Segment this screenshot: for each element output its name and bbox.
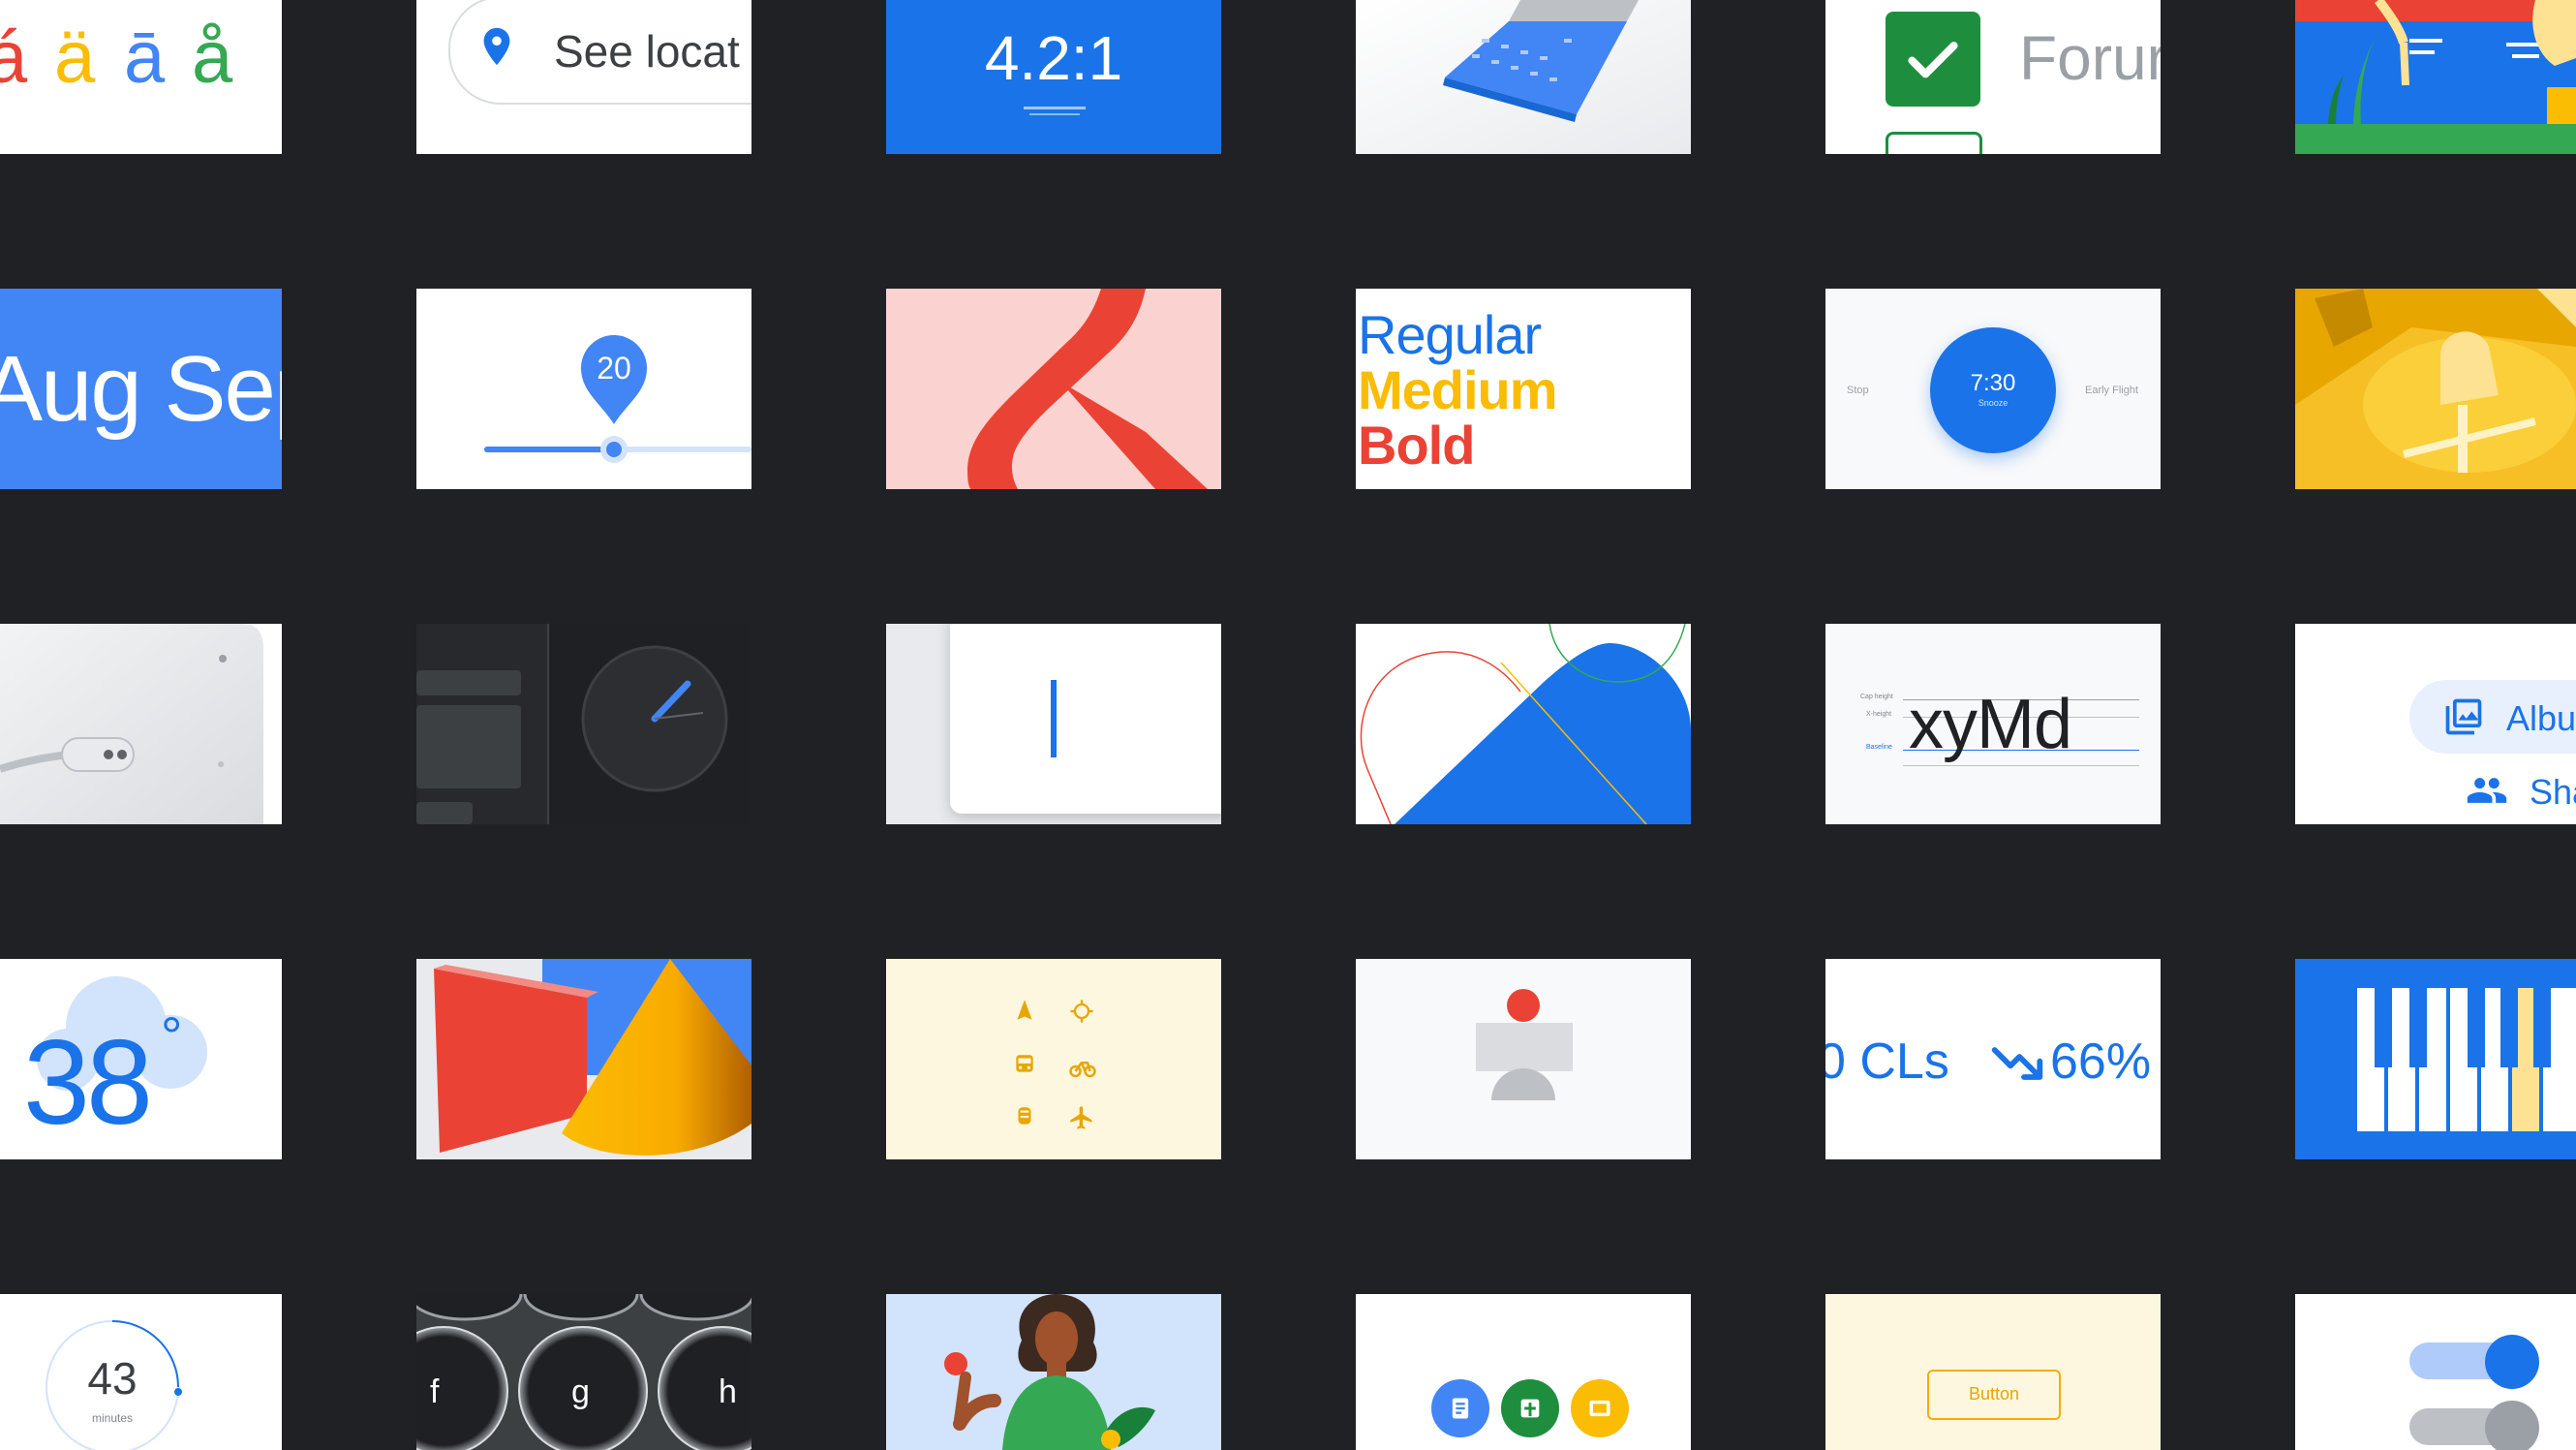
months-label: Aug Sep — [0, 337, 282, 441]
slides-icon — [1589, 1400, 1610, 1417]
calculator-illustration — [1356, 0, 1691, 154]
garden-illustration — [2295, 0, 2576, 154]
weather-degree: ° — [161, 1005, 183, 1066]
bus-icon — [1016, 1055, 1033, 1072]
3d-shapes-illustration — [416, 959, 751, 1159]
docs-icon — [1452, 1398, 1469, 1419]
tile-contrast-ratio: 4.2:1 — [886, 0, 1221, 154]
tile-see-location: See locat — [416, 0, 751, 154]
albums-label: Albu — [2506, 698, 2576, 738]
tile-forum-checkbox: Forur — [1825, 0, 2161, 154]
person-illustration — [886, 1294, 1221, 1450]
trending-down-icon — [1991, 1047, 2043, 1080]
tile-keyboard-keys: f g h — [416, 1294, 751, 1450]
tile-geometric-shapes — [1356, 624, 1691, 824]
see-location-label: See locat — [554, 26, 740, 77]
weather-temperature: 38 — [23, 1016, 153, 1150]
text-field-card[interactable] — [950, 624, 1221, 814]
tile-stats: 0 CLs 66% — [1825, 959, 2161, 1159]
toggle-off-thumb[interactable] — [2485, 1401, 2539, 1450]
tile-font-weights: Regular Medium Bold — [1356, 289, 1691, 489]
ratio-caption-line — [1029, 113, 1080, 115]
airplane-icon — [1070, 1106, 1092, 1129]
bicycle-icon — [1069, 1062, 1096, 1078]
descender-line — [1903, 765, 2139, 766]
tile-ampersand — [886, 289, 1221, 489]
tile-yellow-chair — [2295, 289, 2576, 489]
train-icon — [1018, 1107, 1031, 1125]
text-cursor — [1051, 680, 1057, 757]
geometric-illustration — [1356, 624, 1691, 824]
alarm-time: 7:30 — [1970, 370, 2016, 396]
checkbox-unchecked[interactable] — [1886, 132, 1982, 154]
tile-dark-clock — [416, 624, 751, 824]
accent-letter-a2: ä — [54, 16, 96, 99]
demo-button-label: Button — [1968, 1384, 2020, 1404]
stats-percent: 66% — [2050, 1034, 2152, 1090]
location-pin-icon — [483, 27, 510, 66]
key-f[interactable]: f — [430, 1375, 439, 1408]
tile-timer: 43 minutes — [0, 1294, 282, 1450]
cap-height-label: Cap height — [1860, 694, 1893, 700]
baseline-label: Baseline — [1866, 744, 1892, 751]
piano-keys-illustration — [2295, 959, 2576, 1159]
tile-weather: 38 ° — [0, 959, 282, 1159]
timer-unit: minutes — [91, 1411, 134, 1425]
stats-cls-label: 0 CLs — [1825, 1034, 1949, 1090]
people-icon — [2467, 778, 2507, 803]
tile-garden-illustration — [2295, 0, 2576, 154]
accent-letter-a3: ā — [124, 16, 166, 99]
ratio-caption-line — [1024, 107, 1086, 109]
tile-3d-shapes — [416, 959, 751, 1159]
alarm-stop-label[interactable]: Stop — [1847, 386, 1869, 396]
dark-clock-illustration — [416, 624, 751, 824]
accent-letter-a4: å — [192, 16, 233, 99]
ampersand-glyph — [967, 289, 1208, 489]
keyboard-illustration — [416, 1294, 751, 1450]
timer-value: 43 — [87, 1353, 138, 1404]
alarm-snooze-label: Snooze — [1978, 398, 2009, 408]
tile-person-illustration — [886, 1294, 1221, 1450]
sharing-label: Sha — [2530, 772, 2576, 812]
tile-toggles — [2295, 1294, 2576, 1450]
key-g[interactable]: g — [571, 1375, 590, 1408]
tile-text-cursor — [886, 624, 1221, 824]
key-h[interactable]: h — [719, 1375, 737, 1408]
tile-accent-letters: á ä ā å — [0, 0, 282, 154]
xymd-sample: xyMd — [1909, 686, 2072, 763]
tile-alarm: 7:30 Snooze Stop Early Flight — [1825, 289, 2161, 489]
toggle-on-thumb[interactable] — [2485, 1335, 2539, 1389]
alarm-early-flight-label[interactable]: Early Flight — [2085, 386, 2138, 396]
tile-calculator-illustration — [1356, 0, 1691, 154]
tile-avatar-placeholder — [1356, 959, 1691, 1159]
navigation-arrow-icon — [1017, 1000, 1032, 1020]
tile-button-demo: Button — [1825, 1294, 2161, 1450]
chair-illustration — [2295, 289, 2576, 489]
weight-medium: Medium — [1358, 359, 1558, 420]
contrast-ratio-value: 4.2:1 — [984, 23, 1123, 93]
location-crosshair-icon — [1070, 1000, 1093, 1023]
slider-illustration — [484, 335, 751, 463]
photo-album-icon — [2445, 698, 2482, 735]
weight-bold: Bold — [1358, 415, 1475, 476]
tile-type-metrics: Cap height X-height Baseline xyMd — [1825, 624, 2161, 824]
tile-transport-icons — [886, 959, 1221, 1159]
tile-slider-pin: 20 — [416, 289, 751, 489]
accent-letter-a1: á — [0, 16, 28, 99]
sheets-icon — [1520, 1399, 1540, 1418]
x-height-label: X-height — [1866, 711, 1892, 718]
avatar-illustration — [1476, 989, 1573, 1100]
weight-regular: Regular — [1358, 304, 1542, 365]
tile-month-labels: Aug Sep — [0, 289, 282, 489]
tile-piano — [2295, 959, 2576, 1159]
check-icon — [1908, 42, 1958, 78]
tile-album-menu: Albu Sha — [2295, 624, 2576, 824]
forum-label: Forur — [2019, 23, 2161, 93]
tile-workspace-apps — [1356, 1294, 1691, 1450]
speaker-illustration — [0, 624, 282, 824]
tile-speaker-device — [0, 624, 282, 824]
slider-pin-value: 20 — [597, 351, 631, 386]
